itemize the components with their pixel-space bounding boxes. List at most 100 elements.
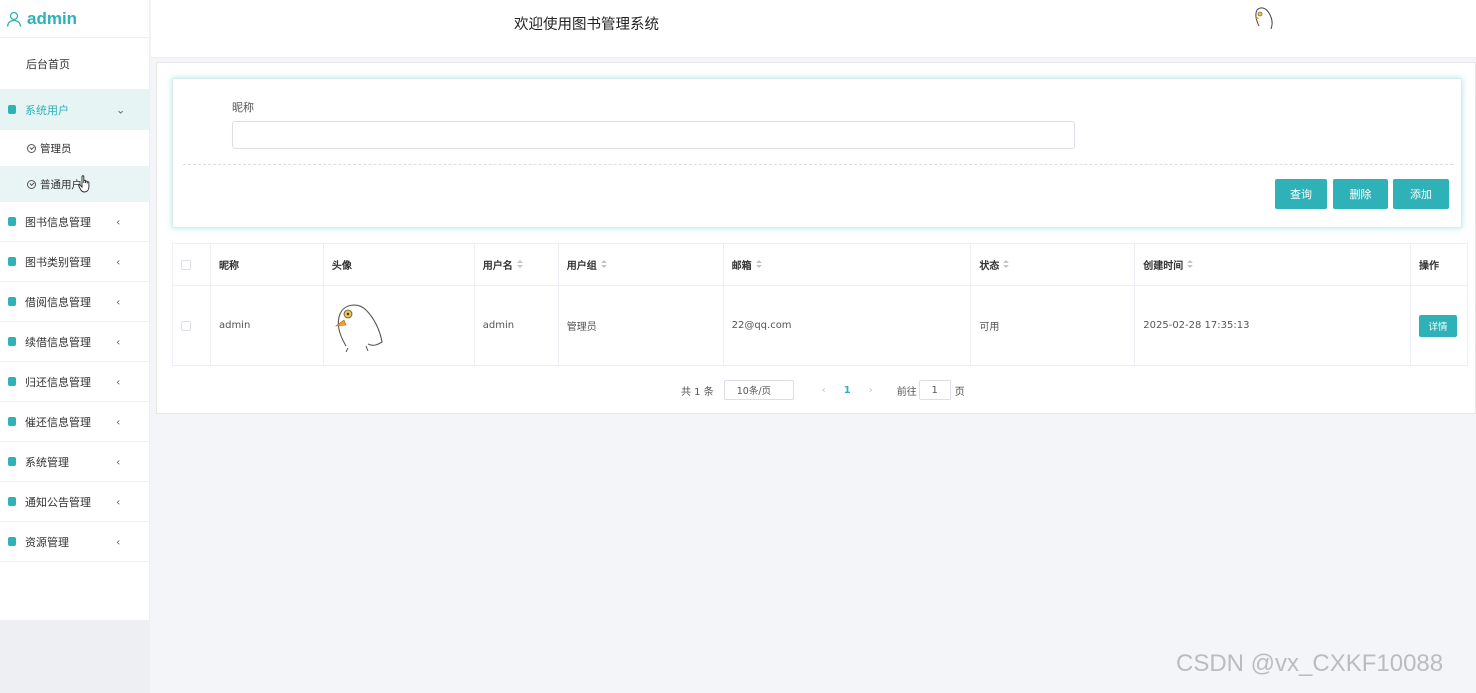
- delete-button[interactable]: 删除: [1333, 179, 1388, 209]
- page-suffix-label: 页: [954, 386, 965, 398]
- sort-icon[interactable]: [516, 260, 523, 269]
- nickname-search-input[interactable]: [232, 121, 1075, 149]
- column-header[interactable]: 邮箱: [724, 244, 972, 285]
- column-header[interactable]: 用户组: [559, 244, 724, 285]
- table-header-row: 昵称 头像 用户名 用户组 邮箱 状态 创建时间 操作: [173, 244, 1468, 286]
- chevron-left-icon: ‹: [116, 535, 121, 548]
- prev-page-icon[interactable]: ‹: [822, 385, 826, 396]
- sidebar-item-label: 归还信息管理: [25, 375, 91, 389]
- main-panel: 昵称 查询 删除 添加 昵称 头像 用户名 用户组 邮箱 状态 创建时间 操作 …: [156, 62, 1476, 414]
- column-header-label: 用户名: [482, 261, 513, 272]
- pagination: 共 1 条 10条/页 ‹ 1 › 前往 1 页: [681, 380, 965, 400]
- brand-name: admin: [27, 8, 78, 28]
- check-circle-icon: [27, 179, 36, 189]
- sidebar-item-label: 资源管理: [25, 535, 69, 549]
- sidebar-item-label: 催还信息管理: [25, 415, 91, 429]
- goto-label: 前往: [896, 386, 917, 398]
- menu-doc-icon: [8, 257, 16, 266]
- column-header[interactable]: 状态: [971, 244, 1136, 285]
- created-time-cell: 2025-02-28 17:35:13: [1135, 286, 1412, 365]
- chevron-left-icon: ‹: [116, 375, 121, 388]
- user-icon: [6, 11, 22, 27]
- chevron-left-icon: ‹: [116, 415, 121, 428]
- avatar-cell: [324, 286, 475, 365]
- sort-icon[interactable]: [600, 260, 607, 269]
- users-table: 昵称 头像 用户名 用户组 邮箱 状态 创建时间 操作 admin admin …: [172, 243, 1468, 366]
- status-cell: 可用: [971, 286, 1136, 365]
- chevron-left-icon: ‹: [116, 255, 121, 268]
- menu-doc-icon: [8, 377, 16, 386]
- watermark: CSDN @vx_CXKF10088: [1176, 650, 1444, 677]
- sidebar-item-label: 系统管理: [25, 455, 69, 469]
- table-row: admin admin 管理员 22@qq.com 可用 2025-02-28 …: [173, 286, 1468, 366]
- sidebar-item-home[interactable]: 后台首页: [0, 38, 149, 90]
- nickname-cell: admin: [211, 286, 324, 365]
- page-title: 欢迎使用图书管理系统: [514, 17, 659, 33]
- column-header-label: 头像: [331, 261, 352, 272]
- column-header[interactable]: 用户名: [475, 244, 559, 285]
- nickname-label: 昵称: [232, 101, 254, 114]
- pagination-total: 共 1 条: [681, 386, 714, 398]
- group-cell: 管理员: [559, 286, 724, 365]
- row-checkbox[interactable]: [181, 320, 191, 331]
- chevron-left-icon: ‹: [116, 335, 121, 348]
- divider: [183, 164, 1453, 165]
- menu-doc-icon: [8, 457, 16, 466]
- sidebar-item-label: 图书类别管理: [25, 255, 91, 269]
- chevron-down-icon: ⌄: [116, 103, 126, 116]
- menu-doc-icon: [8, 217, 16, 226]
- sidebar-item-system-admin[interactable]: 系统管理 ‹: [0, 442, 149, 482]
- row-select-cell: [173, 286, 211, 365]
- sidebar-item-book-info[interactable]: 图书信息管理 ‹: [0, 202, 149, 242]
- sidebar-item-label: 通知公告管理: [25, 495, 91, 509]
- sidebar-subitem-admins[interactable]: 管理员: [0, 130, 149, 166]
- sidebar-item-borrow-info[interactable]: 借阅信息管理 ‹: [0, 282, 149, 322]
- sidebar-item-reminder-info[interactable]: 催还信息管理 ‹: [0, 402, 149, 442]
- sidebar-item-label: 图书信息管理: [25, 215, 91, 229]
- menu-doc-icon: [8, 537, 16, 546]
- sidebar-item-label: 后台首页: [26, 57, 70, 71]
- goto-page-input[interactable]: 1: [918, 380, 951, 400]
- add-button[interactable]: 添加: [1393, 179, 1449, 209]
- column-header: 头像: [324, 244, 475, 285]
- sidebar-item-resources[interactable]: 资源管理 ‹: [0, 522, 149, 562]
- avatar[interactable]: [332, 300, 384, 352]
- column-header[interactable]: 创建时间: [1135, 244, 1412, 285]
- hand-cursor-icon: [78, 175, 90, 193]
- column-header: 昵称: [211, 244, 324, 285]
- menu-doc-icon: [8, 337, 16, 346]
- query-button[interactable]: 查询: [1275, 179, 1327, 209]
- sidebar-subitem-label: 管理员: [40, 142, 72, 155]
- page-size-select[interactable]: 10条/页: [723, 380, 794, 400]
- column-header: 操作: [1411, 244, 1468, 285]
- sort-icon[interactable]: [1003, 260, 1010, 269]
- page-number-current[interactable]: 1: [844, 385, 851, 396]
- chevron-left-icon: ‹: [116, 455, 121, 468]
- sidebar-item-notice[interactable]: 通知公告管理 ‹: [0, 482, 149, 522]
- next-page-icon[interactable]: ›: [869, 385, 873, 396]
- sidebar: admin 后台首页 系统用户 ⌄ 管理员 普通用户 图书信息管理 ‹ 图书类别…: [0, 0, 150, 693]
- action-cell: 详情: [1411, 286, 1468, 365]
- username-cell: admin: [475, 286, 559, 365]
- detail-button[interactable]: 详情: [1419, 314, 1458, 337]
- sidebar-item-return-info[interactable]: 归还信息管理 ‹: [0, 362, 149, 402]
- chevron-left-icon: ‹: [116, 295, 121, 308]
- menu-doc-icon: [8, 417, 16, 426]
- menu-doc-icon: [8, 297, 16, 306]
- avatar[interactable]: [1249, 4, 1279, 32]
- top-header: 欢迎使用图书管理系统: [151, 0, 1476, 58]
- column-header-label: 邮箱: [731, 261, 752, 272]
- select-all-checkbox[interactable]: [181, 259, 191, 270]
- sidebar-item-system-users[interactable]: 系统用户 ⌄: [0, 90, 149, 130]
- sidebar-item-book-category[interactable]: 图书类别管理 ‹: [0, 242, 149, 282]
- menu-doc-icon: [8, 105, 16, 114]
- sidebar-subitem-label: 普通用户: [40, 178, 82, 191]
- check-circle-icon: [27, 143, 36, 153]
- sort-icon[interactable]: [755, 260, 762, 269]
- email-cell: 22@qq.com: [724, 286, 972, 365]
- sort-icon[interactable]: [1187, 260, 1194, 269]
- sidebar-item-renew-info[interactable]: 续借信息管理 ‹: [0, 322, 149, 362]
- sidebar-subitem-normal-users[interactable]: 普通用户: [0, 166, 149, 202]
- column-header-label: 昵称: [218, 261, 239, 272]
- chevron-left-icon: ‹: [116, 215, 121, 228]
